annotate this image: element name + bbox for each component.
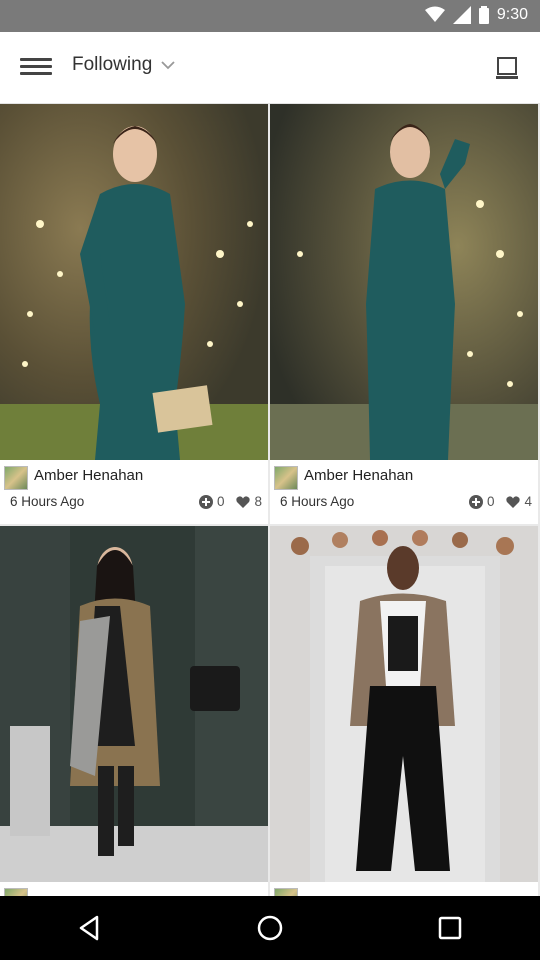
post-meta (0, 882, 268, 896)
app-bar: Following (0, 32, 540, 104)
status-bar: 9:30 (0, 0, 540, 32)
heart-icon[interactable] (506, 495, 521, 509)
add-circle-icon[interactable] (198, 494, 213, 509)
status-time: 9:30 (496, 6, 528, 23)
add-count: 0 (216, 494, 225, 509)
add-count: 0 (486, 494, 495, 509)
post-photo[interactable] (270, 104, 538, 460)
wifi-icon (424, 6, 445, 22)
home-icon[interactable] (250, 908, 290, 948)
back-icon[interactable] (70, 908, 110, 948)
like-count: 4 (524, 494, 532, 509)
post-card[interactable]: Amber Henahan 6 Hours Ago 0 8 (0, 104, 268, 524)
post-card[interactable] (0, 526, 268, 896)
post-photo[interactable] (0, 526, 268, 882)
avatar[interactable] (4, 888, 28, 896)
post-photo[interactable] (270, 526, 538, 882)
hamburger-menu-icon[interactable] (18, 54, 54, 82)
signal-icon (452, 6, 471, 24)
avatar[interactable] (4, 466, 28, 490)
post-meta (270, 882, 538, 896)
layout-toggle-icon[interactable] (494, 56, 520, 82)
post-photo[interactable] (0, 104, 268, 460)
feed-selector-dropdown[interactable]: Following (72, 54, 176, 76)
navigation-bar (0, 896, 540, 960)
post-time: 6 Hours Ago (280, 494, 355, 509)
battery-icon (478, 6, 489, 24)
post-card[interactable] (270, 526, 538, 896)
heart-icon[interactable] (236, 495, 251, 509)
add-circle-icon[interactable] (468, 494, 483, 509)
page-title: Following (72, 54, 153, 75)
post-meta: Amber Henahan 6 Hours Ago 0 4 (270, 460, 538, 524)
avatar[interactable] (274, 466, 298, 490)
post-grid: Amber Henahan 6 Hours Ago 0 8 Amber Hena… (0, 104, 540, 896)
post-meta: Amber Henahan 6 Hours Ago 0 8 (0, 460, 268, 524)
author-name[interactable]: Amber Henahan (34, 467, 143, 484)
post-stats: 0 4 (468, 494, 532, 509)
author-name[interactable]: Amber Henahan (304, 467, 413, 484)
recents-icon[interactable] (430, 908, 470, 948)
like-count: 8 (254, 494, 262, 509)
post-card[interactable]: Amber Henahan 6 Hours Ago 0 4 (270, 104, 538, 524)
chevron-down-icon (161, 61, 175, 70)
post-stats: 0 8 (198, 494, 262, 509)
post-time: 6 Hours Ago (10, 494, 85, 509)
avatar[interactable] (274, 888, 298, 896)
